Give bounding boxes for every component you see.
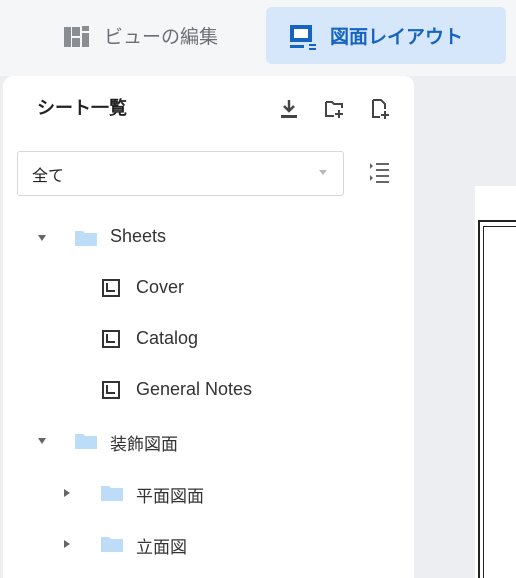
add-sheet-icon[interactable] [369, 98, 391, 120]
chevron-down-icon[interactable] [38, 438, 46, 444]
add-folder-icon[interactable] [323, 98, 345, 120]
tab-view-edit[interactable]: ビューの編集 [40, 7, 232, 64]
tree-folder-elevation[interactable]: 立面図 [3, 529, 414, 559]
filter-value: 全て [32, 165, 65, 185]
download-icon[interactable] [278, 98, 300, 120]
chevron-down-icon[interactable] [38, 235, 46, 241]
tree-folder-sheets[interactable]: Sheets [3, 223, 414, 253]
folder-icon [101, 485, 123, 501]
sheet-layout-icon [288, 21, 318, 51]
tab-view-edit-label: ビューの編集 [104, 26, 219, 48]
tab-sheet-layout-label: 図面レイアウト [330, 26, 464, 48]
sheet-icon [102, 381, 120, 399]
view-edit-icon [62, 21, 92, 51]
tree-sheet-cover[interactable]: Cover [3, 274, 414, 304]
tree-folder-plan[interactable]: 平面図面 [3, 478, 414, 508]
tree-label: Sheets [110, 226, 167, 246]
folder-icon [75, 230, 97, 246]
chevron-right-icon[interactable] [64, 540, 70, 548]
panel-title: シート一覧 [37, 98, 127, 119]
list-settings-icon[interactable] [367, 160, 391, 184]
folder-icon [75, 433, 97, 449]
tree-label: 平面図面 [136, 487, 204, 507]
tree-folder-decoration[interactable]: 装飾図面 [3, 426, 414, 456]
tree-label: 立面図 [136, 538, 187, 558]
sheet-icon [102, 330, 120, 348]
tree-sheet-catalog[interactable]: Catalog [3, 325, 414, 355]
tree-label: Catalog [136, 328, 199, 348]
tree-sheet-general-notes[interactable]: General Notes [3, 376, 414, 406]
sheet-filter-select[interactable]: 全て [17, 151, 344, 196]
sheet-list-panel: シート一覧 全て Sheets Cover Catalog General No… [3, 76, 414, 578]
folder-icon [101, 536, 123, 552]
tree-label: General Notes [136, 379, 253, 399]
tree-label: Cover [136, 277, 185, 297]
top-tab-bar: ビューの編集 図面レイアウト [0, 0, 516, 76]
sheet-icon [102, 279, 120, 297]
chevron-down-icon [319, 170, 327, 175]
sheet-border-inner [483, 226, 516, 578]
tree-label: 装飾図面 [110, 435, 178, 455]
tab-sheet-layout[interactable]: 図面レイアウト [266, 7, 506, 64]
chevron-right-icon[interactable] [64, 489, 70, 497]
